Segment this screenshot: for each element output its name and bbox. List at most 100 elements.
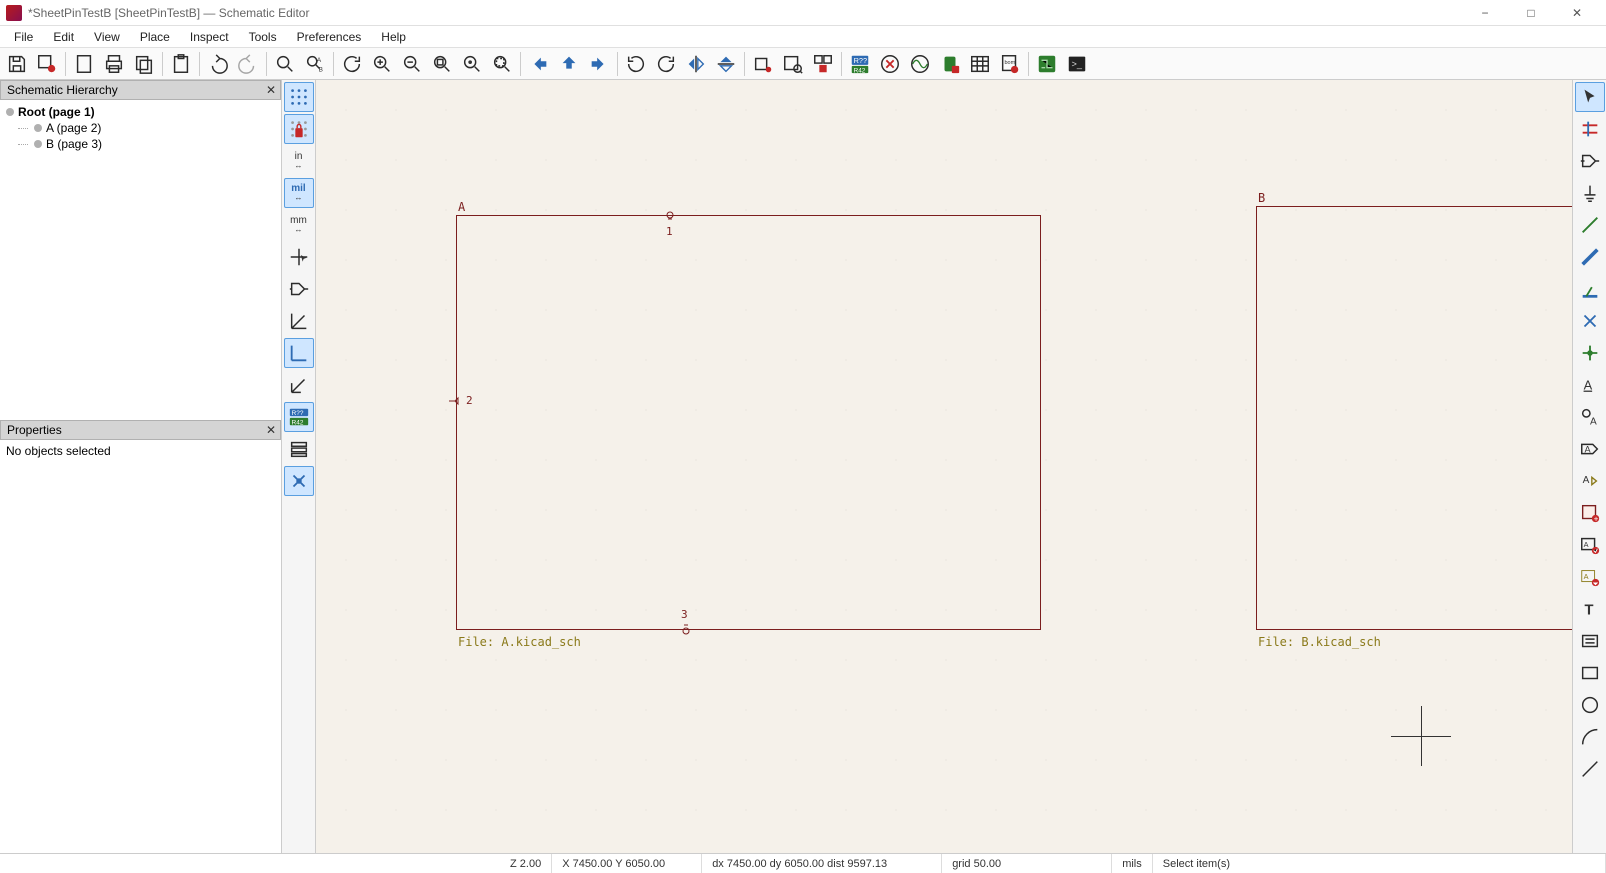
- zoom-fit-icon[interactable]: [427, 50, 457, 78]
- zoom-selection-icon[interactable]: [487, 50, 517, 78]
- paste-icon[interactable]: [166, 50, 196, 78]
- free-angle-icon[interactable]: [284, 306, 314, 336]
- nav-forward-icon[interactable]: [584, 50, 614, 78]
- zoom-out-icon[interactable]: [397, 50, 427, 78]
- add-noconnect-icon[interactable]: [1575, 306, 1605, 336]
- annotate-auto-icon[interactable]: R??R42: [284, 402, 314, 432]
- add-hier-label-icon[interactable]: A: [1575, 466, 1605, 496]
- tree-root[interactable]: Root (page 1): [6, 104, 275, 120]
- plot-icon[interactable]: [129, 50, 159, 78]
- ortho-90-icon[interactable]: [284, 338, 314, 368]
- grid-toggle-icon[interactable]: [284, 82, 314, 112]
- properties-panel-header[interactable]: Properties ✕: [0, 420, 281, 440]
- find-icon[interactable]: [270, 50, 300, 78]
- hierarchy-tree: Root (page 1) A (page 2) B (page 3): [0, 100, 281, 420]
- cursor-crosshair-v: [1421, 706, 1422, 766]
- minimize-button[interactable]: −: [1462, 0, 1508, 26]
- ortho-45-icon[interactable]: [284, 370, 314, 400]
- import-sheet-pin-icon[interactable]: A: [1575, 562, 1605, 592]
- add-sheet-icon[interactable]: +: [1575, 498, 1605, 528]
- status-grid[interactable]: grid 50.00: [942, 854, 1112, 873]
- erc-icon[interactable]: [875, 50, 905, 78]
- add-wire-icon[interactable]: [1575, 210, 1605, 240]
- menu-file[interactable]: File: [4, 28, 43, 46]
- lines-mode-icon[interactable]: [284, 434, 314, 464]
- rotate-ccw-icon[interactable]: [621, 50, 651, 78]
- grid-override-icon[interactable]: [284, 114, 314, 144]
- bom-icon[interactable]: bom: [995, 50, 1025, 78]
- print-icon[interactable]: [99, 50, 129, 78]
- symbol-browser-icon[interactable]: [808, 50, 838, 78]
- nav-up-icon[interactable]: [554, 50, 584, 78]
- add-label-icon[interactable]: A: [1575, 370, 1605, 400]
- sheet-b-rect[interactable]: [1256, 206, 1572, 630]
- save-icon[interactable]: [2, 50, 32, 78]
- rotate-cw-icon[interactable]: [651, 50, 681, 78]
- mirror-h-icon[interactable]: [711, 50, 741, 78]
- add-rect-icon[interactable]: [1575, 658, 1605, 688]
- menu-inspect[interactable]: Inspect: [180, 28, 239, 46]
- add-arc-icon[interactable]: [1575, 722, 1605, 752]
- select-tool-icon[interactable]: [1575, 82, 1605, 112]
- add-line-icon[interactable]: [1575, 754, 1605, 784]
- symbol-library-icon[interactable]: [778, 50, 808, 78]
- add-symbol-icon[interactable]: [1575, 146, 1605, 176]
- properties-close-icon[interactable]: ✕: [266, 423, 276, 437]
- crossprobe-icon[interactable]: [284, 466, 314, 496]
- add-global-label-icon[interactable]: A: [1575, 434, 1605, 464]
- zoom-in-icon[interactable]: [367, 50, 397, 78]
- add-text-icon[interactable]: T: [1575, 594, 1605, 624]
- maximize-button[interactable]: □: [1508, 0, 1554, 26]
- symbol-fields-icon[interactable]: [965, 50, 995, 78]
- annotate-icon[interactable]: R??R42: [845, 50, 875, 78]
- add-circle-icon[interactable]: [1575, 690, 1605, 720]
- menu-tools[interactable]: Tools: [239, 28, 287, 46]
- menu-help[interactable]: Help: [371, 28, 416, 46]
- page-settings-icon[interactable]: [69, 50, 99, 78]
- refresh-icon[interactable]: [337, 50, 367, 78]
- add-bus-icon[interactable]: [1575, 242, 1605, 272]
- units-in-button[interactable]: in↔: [284, 146, 314, 176]
- hidden-pins-icon[interactable]: [284, 274, 314, 304]
- status-units[interactable]: mils: [1112, 854, 1153, 873]
- zoom-objects-icon[interactable]: [457, 50, 487, 78]
- add-bus-entry-icon[interactable]: [1575, 274, 1605, 304]
- simulator-icon[interactable]: [905, 50, 935, 78]
- sheet-pin-3[interactable]: [679, 622, 693, 636]
- add-textbox-icon[interactable]: [1575, 626, 1605, 656]
- menu-preferences[interactable]: Preferences: [287, 28, 372, 46]
- hierarchy-close-icon[interactable]: ✕: [266, 83, 276, 97]
- assign-footprints-icon[interactable]: [935, 50, 965, 78]
- show-hidden-pins-icon[interactable]: [748, 50, 778, 78]
- sheet-a-rect[interactable]: [456, 215, 1041, 630]
- pcb-editor-icon[interactable]: [1032, 50, 1062, 78]
- add-junction-icon[interactable]: [1575, 338, 1605, 368]
- units-mil-button[interactable]: mil↔: [284, 178, 314, 208]
- sheet-pin-2[interactable]: [447, 396, 461, 406]
- schematic-setup-icon[interactable]: [32, 50, 62, 78]
- cursor-shape-icon[interactable]: [284, 242, 314, 272]
- sync-sheet-pins-icon[interactable]: A: [1575, 530, 1605, 560]
- close-button[interactable]: ✕: [1554, 0, 1600, 26]
- menu-view[interactable]: View: [84, 28, 130, 46]
- tree-child-b[interactable]: B (page 3): [6, 136, 275, 152]
- mirror-v-icon[interactable]: [681, 50, 711, 78]
- redo-icon[interactable]: [233, 50, 263, 78]
- units-mm-button[interactable]: mm↔: [284, 210, 314, 240]
- find-replace-icon[interactable]: AB: [300, 50, 330, 78]
- tree-child-a[interactable]: A (page 2): [6, 120, 275, 136]
- scripting-console-icon[interactable]: >_: [1062, 50, 1092, 78]
- window-titlebar: *SheetPinTestB [SheetPinTestB] — Schemat…: [0, 0, 1606, 26]
- body-area: Schematic Hierarchy ✕ Root (page 1) A (p…: [0, 80, 1606, 853]
- hierarchy-panel-header[interactable]: Schematic Hierarchy ✕: [0, 80, 281, 100]
- add-power-icon[interactable]: [1575, 178, 1605, 208]
- menu-place[interactable]: Place: [130, 28, 180, 46]
- sheet-pin-1[interactable]: [663, 210, 677, 222]
- undo-icon[interactable]: [203, 50, 233, 78]
- schematic-canvas[interactable]: A File: A.kicad_sch 1 2 3 B File: B.kica…: [316, 80, 1572, 853]
- highlight-net-icon[interactable]: [1575, 114, 1605, 144]
- menu-edit[interactable]: Edit: [43, 28, 84, 46]
- nav-back-icon[interactable]: [524, 50, 554, 78]
- add-netclass-icon[interactable]: A: [1575, 402, 1605, 432]
- status-zoom[interactable]: Z 2.00: [500, 854, 552, 873]
